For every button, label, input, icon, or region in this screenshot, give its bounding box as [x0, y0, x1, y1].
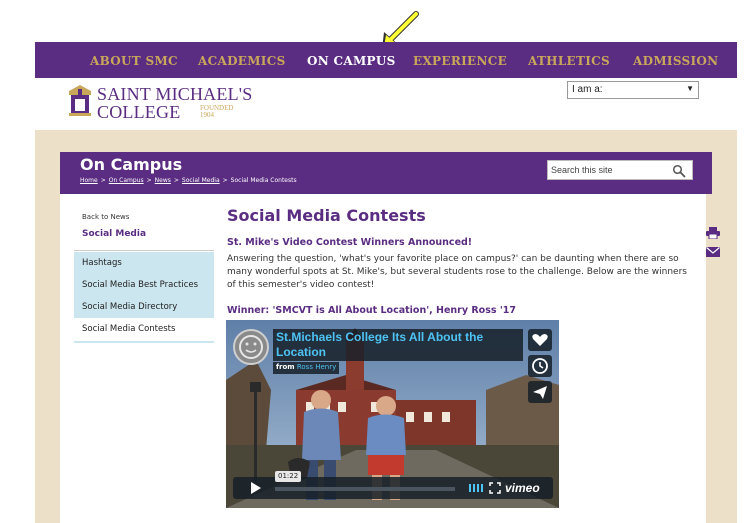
side-nav-item-directory[interactable]: Social Media Directory [74, 296, 214, 318]
video-byline: from Ross Henry [273, 362, 340, 374]
video-player[interactable]: St.Michaels College Its All About the Lo… [226, 320, 559, 508]
nav-item-experience[interactable]: EXPERIENCE [413, 54, 507, 68]
heart-icon [532, 334, 548, 346]
nav-item-on-campus[interactable]: ON CAMPUS [307, 54, 396, 68]
breadcrumb-social-media[interactable]: Social Media [182, 177, 220, 184]
back-to-news-link[interactable]: Back to News [82, 213, 129, 221]
side-nav-item-best-practices[interactable]: Social Media Best Practices [74, 274, 214, 296]
nav-item-academics[interactable]: ACADEMICS [198, 54, 286, 68]
like-button[interactable] [528, 329, 552, 351]
breadcrumb-current: Social Media Contests [230, 177, 297, 184]
side-nav-item-hashtags[interactable]: Hashtags [74, 252, 214, 274]
video-time-badge: 01:22 [275, 471, 302, 482]
logo-text-college: COLLEGE [97, 102, 181, 122]
volume-bars-icon[interactable] [469, 483, 485, 493]
logo-founded: FOUNDED 1904 [200, 104, 234, 119]
side-nav-item-contests[interactable]: Social Media Contests [74, 318, 214, 340]
winner-heading: Winner: 'SMCVT is All About Location', H… [227, 305, 516, 316]
fullscreen-icon[interactable] [489, 482, 501, 494]
article-subheading: St. Mike's Video Contest Winners Announc… [227, 237, 473, 248]
breadcrumb-on-campus[interactable]: On Campus [109, 177, 144, 184]
i-am-a-label: I am a: [572, 84, 603, 95]
page-title-band: On Campus Home > On Campus > News > Social Med… [60, 152, 712, 194]
video-title[interactable]: St.Michaels College Its All About the Lo… [276, 330, 522, 360]
play-icon[interactable] [241, 477, 269, 499]
share-button[interactable] [528, 381, 552, 403]
divider [74, 250, 214, 251]
clock-icon [532, 358, 548, 374]
vimeo-logo[interactable]: vimeo [505, 481, 540, 495]
print-icon[interactable] [706, 227, 720, 239]
main-title: Social Media Contests [227, 206, 426, 225]
divider [74, 341, 214, 343]
search-icon[interactable] [672, 164, 686, 178]
video-author-avatar[interactable] [233, 329, 269, 365]
breadcrumb-home[interactable]: Home [80, 177, 98, 184]
breadcrumb-news[interactable]: News [155, 177, 171, 184]
top-navigation: ABOUT SMC ACADEMICS ON CAMPUS EXPERIENCE… [35, 42, 737, 78]
article-body: Answering the question, 'what's your fav… [227, 254, 687, 290]
email-icon[interactable] [706, 246, 720, 258]
nav-item-athletics[interactable]: ATHLETICS [528, 54, 610, 68]
watch-later-button[interactable] [528, 355, 552, 377]
side-nav-heading[interactable]: Social Media [82, 229, 146, 239]
site-header: SAINT MICHAEL'S COLLEGE FOUNDED 1904 I am… [35, 78, 737, 130]
page-title: On Campus [80, 155, 183, 174]
avatar-face-icon [239, 335, 263, 359]
video-progress-track[interactable] [275, 487, 455, 491]
college-logo[interactable]: SAINT MICHAEL'S COLLEGE FOUNDED 1904 [67, 83, 257, 123]
search-box [547, 160, 693, 180]
i-am-a-dropdown[interactable]: I am a: ▼ [567, 81, 699, 99]
video-controls: 01:22 vimeo [233, 471, 553, 499]
nav-item-admission[interactable]: ADMISSION [633, 54, 718, 68]
paper-plane-icon [533, 386, 547, 399]
nav-item-about-smc[interactable]: ABOUT SMC [90, 54, 178, 68]
breadcrumb: Home > On Campus > News > Social Media > Social … [80, 177, 297, 184]
dropdown-caret-icon: ▼ [686, 84, 694, 93]
video-author-link[interactable]: Ross Henry [297, 363, 336, 371]
college-seal-icon [69, 85, 91, 116]
search-input[interactable] [551, 163, 669, 177]
video-title-box: St.Michaels College Its All About the Lo… [273, 329, 523, 361]
